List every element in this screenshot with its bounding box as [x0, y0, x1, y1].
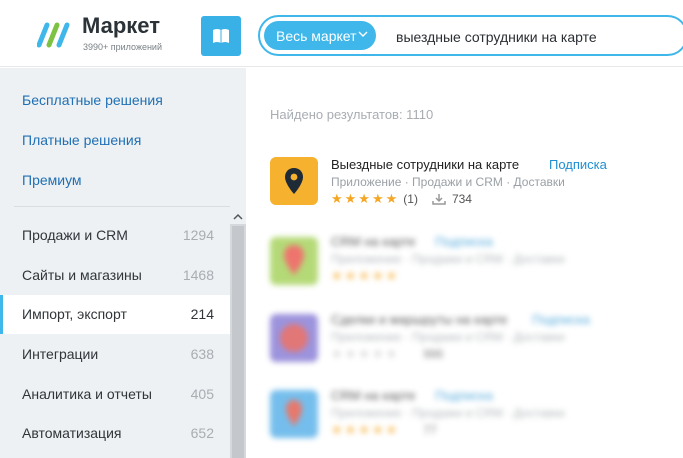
chevron-up-icon: [233, 213, 243, 220]
app-rating: ★★★★★ 986: [331, 346, 443, 362]
sidebar-link-free[interactable]: Бесплатные решения: [22, 92, 163, 108]
category-label: Автоматизация: [22, 425, 122, 441]
sidebar-link-paid[interactable]: Платные решения: [22, 132, 141, 148]
app-icon[interactable]: [270, 390, 318, 438]
app-meta: Приложение · Продажи и CRM · Доставки: [331, 252, 565, 266]
sidebar-category-automation[interactable]: Автоматизация 652: [0, 414, 230, 453]
subscription-link[interactable]: Подписка: [435, 388, 493, 403]
sidebar: Бесплатные решения Платные решения Преми…: [0, 68, 246, 458]
install-count: 734: [451, 192, 472, 206]
app-icon[interactable]: [270, 237, 318, 285]
category-count: 405: [190, 386, 214, 402]
category-label: Продажи и CRM: [22, 227, 128, 243]
sidebar-link-premium[interactable]: Премиум: [22, 172, 82, 188]
sidebar-category-integrations[interactable]: Интеграции 638: [0, 335, 230, 374]
rating-stars-icon: ★★★★★: [331, 268, 400, 283]
sidebar-category-sales-crm[interactable]: Продажи и CRM 1294: [0, 216, 230, 255]
category-count: 652: [190, 425, 214, 441]
category-label: Импорт, экспорт: [22, 306, 127, 322]
category-count: 638: [190, 346, 214, 362]
download-icon: [432, 194, 446, 205]
category-label: Сайты и магазины: [22, 267, 142, 283]
chevron-down-icon: [358, 31, 368, 37]
app-card[interactable]: CRM на карте Подписка Приложение · Прода…: [270, 388, 630, 448]
rating-stars-icon: ★★★★★: [331, 191, 400, 206]
app-name[interactable]: Выездные сотрудники на карте: [331, 157, 519, 172]
search-box: Весь маркет выездные сотрудники на карте: [258, 15, 683, 56]
category-count: 1294: [182, 227, 214, 243]
market-logo[interactable]: [37, 19, 73, 49]
app-icon[interactable]: [270, 157, 318, 205]
category-count: 1468: [182, 267, 214, 283]
catalog-book-button[interactable]: [201, 16, 241, 56]
sidebar-category-import-export[interactable]: Импорт, экспорт 214: [0, 295, 230, 334]
app-rating: ★★★★★: [331, 268, 399, 284]
map-pin-icon: [285, 168, 303, 194]
category-label: Аналитика и отчеты: [22, 386, 152, 402]
subscription-link[interactable]: Подписка: [435, 234, 493, 249]
sidebar-category-sites-shops[interactable]: Сайты и магазины 1468: [0, 256, 230, 295]
rating-stars-icon: ★★★★★: [331, 346, 400, 361]
scrollbar-thumb[interactable]: [232, 226, 244, 458]
subscription-link[interactable]: Подписка: [532, 312, 590, 327]
category-label: Интеграции: [22, 346, 99, 362]
map-pin-icon: [286, 400, 302, 426]
app-meta: Приложение · Продажи и CRM · Доставки: [331, 175, 565, 189]
search-scope-label: Весь маркет: [276, 27, 357, 44]
app-rating: ★★★★★ 77: [331, 422, 437, 438]
app-card[interactable]: Сделки и маршруты на карте Подписка Прил…: [270, 312, 630, 372]
map-pin-icon: [280, 324, 308, 352]
search-scope-dropdown[interactable]: Весь маркет: [264, 21, 376, 50]
rating-count: (1): [403, 192, 418, 206]
app-card[interactable]: Выездные сотрудники на карте Подписка Пр…: [270, 157, 630, 217]
rating-stars-icon: ★★★★★: [331, 422, 400, 437]
app-icon[interactable]: [270, 314, 318, 362]
install-count: 77: [423, 423, 437, 437]
results-count: Найдено результатов: 1110: [270, 107, 434, 122]
sidebar-divider: [14, 206, 230, 207]
book-icon: [213, 29, 229, 43]
app-rating: ★★★★★ (1) 734: [331, 191, 472, 207]
map-pin-icon: [284, 245, 304, 275]
app-meta: Приложение · Продажи и CRM · Доставки: [331, 330, 565, 344]
category-count: 214: [190, 306, 214, 322]
app-name[interactable]: CRM на карте: [331, 388, 415, 403]
install-count: 986: [423, 347, 444, 361]
app-card[interactable]: CRM на карте Подписка Приложение · Прода…: [270, 234, 630, 294]
brand-title[interactable]: Маркет: [82, 13, 160, 39]
subscription-link[interactable]: Подписка: [549, 157, 607, 172]
header: Маркет 3990+ приложений Весь маркет выез…: [0, 0, 683, 67]
sidebar-category-analytics[interactable]: Аналитика и отчеты 405: [0, 375, 230, 414]
scroll-up-button[interactable]: [230, 208, 246, 224]
brand-subtitle: 3990+ приложений: [83, 42, 162, 52]
search-input[interactable]: выездные сотрудники на карте: [396, 29, 597, 45]
app-name[interactable]: CRM на карте: [331, 234, 415, 249]
app-name[interactable]: Сделки и маршруты на карте: [331, 312, 507, 327]
app-meta: Приложение · Продажи и CRM · Доставки: [331, 406, 565, 420]
